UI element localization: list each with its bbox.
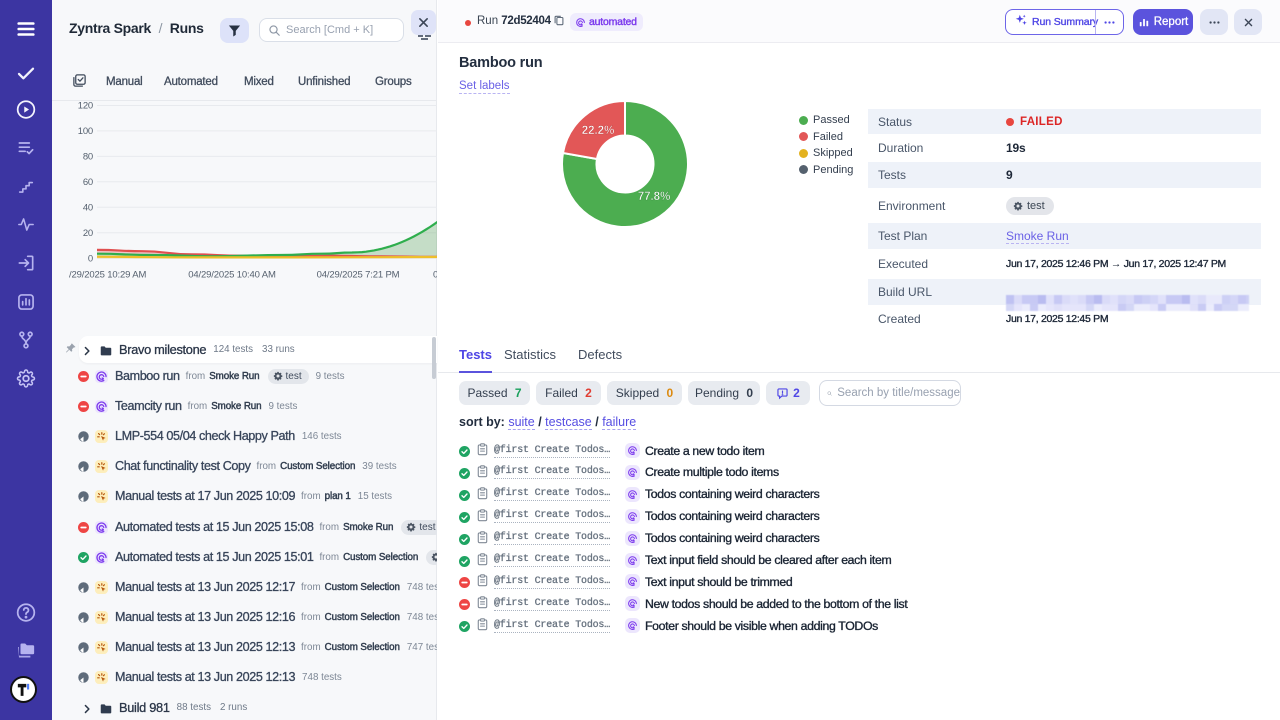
- svg-text:22.2%: 22.2%: [582, 125, 615, 137]
- svg-text:04/29/2025 10:40 AM: 04/29/2025 10:40 AM: [188, 270, 276, 281]
- svg-text:40: 40: [83, 203, 93, 214]
- svg-text:20: 20: [83, 228, 93, 239]
- svg-text:04/29/2025 7:21 PM: 04/29/2025 7:21 PM: [317, 270, 400, 281]
- svg-text:120: 120: [78, 101, 93, 112]
- svg-text:0: 0: [88, 253, 93, 264]
- svg-text:77.8%: 77.8%: [638, 191, 671, 203]
- svg-text:100: 100: [78, 126, 93, 137]
- svg-text:80: 80: [83, 152, 93, 163]
- svg-text:04/2: 04/2: [433, 270, 437, 281]
- svg-text:/29/2025 10:29 AM: /29/2025 10:29 AM: [69, 270, 146, 281]
- svg-text:60: 60: [83, 177, 93, 188]
